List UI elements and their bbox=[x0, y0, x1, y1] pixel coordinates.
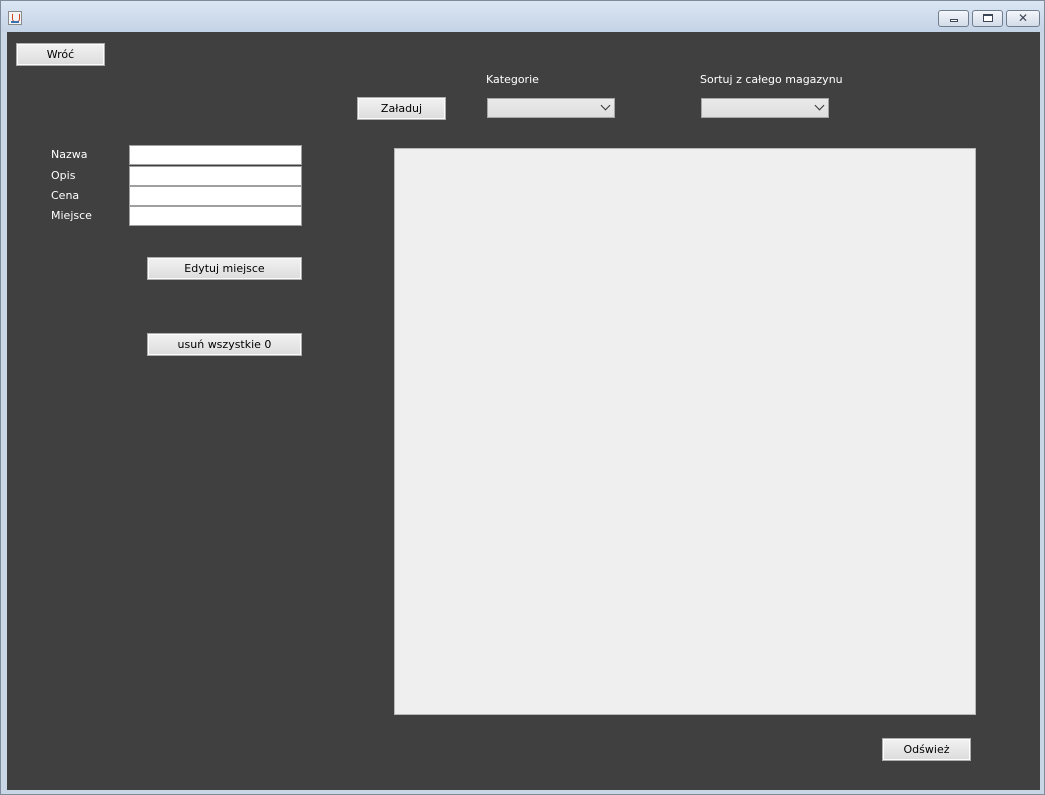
chevron-down-icon bbox=[600, 100, 611, 111]
description-label: Opis bbox=[51, 169, 76, 182]
name-label: Nazwa bbox=[51, 148, 88, 161]
delete-all-button[interactable]: usuń wszystkie 0 bbox=[147, 333, 302, 356]
sort-label: Sortuj z całego magazynu bbox=[700, 73, 843, 86]
price-field[interactable] bbox=[129, 186, 302, 206]
sort-combobox[interactable] bbox=[701, 98, 829, 118]
price-label: Cena bbox=[51, 189, 80, 202]
close-button[interactable]: ✕ bbox=[1006, 10, 1040, 27]
items-list-panel[interactable] bbox=[394, 148, 976, 715]
title-bar[interactable]: ✕ bbox=[1, 1, 1044, 32]
edit-place-button[interactable]: Edytuj miejsce bbox=[147, 257, 302, 280]
java-cup-icon bbox=[8, 11, 22, 25]
maximize-icon bbox=[983, 14, 993, 22]
place-field[interactable] bbox=[129, 206, 302, 226]
load-button[interactable]: Załaduj bbox=[357, 97, 446, 120]
back-button[interactable]: Wróć bbox=[16, 43, 105, 66]
refresh-button[interactable]: Odśwież bbox=[882, 738, 971, 761]
minimize-button[interactable] bbox=[938, 10, 969, 27]
minimize-icon bbox=[950, 19, 958, 22]
description-field[interactable] bbox=[129, 166, 302, 186]
chevron-down-icon bbox=[814, 100, 825, 111]
categories-label: Kategorie bbox=[486, 73, 539, 86]
application-window: ✕ Wróć Załaduj Kategorie Sortuj z całego… bbox=[0, 0, 1045, 795]
name-field[interactable] bbox=[129, 145, 302, 165]
maximize-button[interactable] bbox=[972, 10, 1003, 27]
close-icon: ✕ bbox=[1017, 11, 1029, 25]
main-content: Wróć Załaduj Kategorie Sortuj z całego m… bbox=[7, 32, 1040, 790]
categories-combobox[interactable] bbox=[487, 98, 615, 118]
place-label: Miejsce bbox=[51, 209, 92, 222]
